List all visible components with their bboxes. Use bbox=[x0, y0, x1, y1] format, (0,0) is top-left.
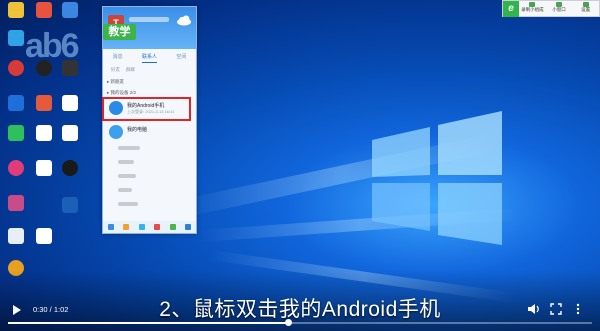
desktop-icon[interactable] bbox=[56, 160, 84, 176]
qq-subtabs: 好友 群聊 bbox=[103, 67, 196, 75]
blurred-contact bbox=[118, 202, 138, 206]
qq-footer-toolbar bbox=[103, 221, 196, 233]
desktop-icon[interactable] bbox=[30, 125, 58, 141]
device-name: 我的电脑 bbox=[127, 127, 148, 133]
desktop-icon[interactable] bbox=[2, 60, 30, 76]
group-new-friends[interactable]: ▸ 新朋友 bbox=[107, 79, 124, 85]
desktop-icon[interactable] bbox=[30, 228, 58, 244]
group-my-devices[interactable]: ▸ 我的设备 2/2 bbox=[107, 90, 136, 96]
desktop-icon[interactable] bbox=[30, 160, 58, 176]
blurred-contact bbox=[118, 146, 140, 150]
user-name-blurred bbox=[129, 17, 169, 22]
device-my-computer[interactable]: 我的电脑 bbox=[107, 123, 191, 143]
windows-logo bbox=[372, 111, 502, 245]
desktop-icon[interactable] bbox=[2, 30, 30, 46]
desktop-icon[interactable] bbox=[56, 197, 84, 213]
desktop-icon[interactable] bbox=[2, 95, 30, 111]
desktop-icon[interactable] bbox=[2, 195, 30, 211]
fullscreen-icon[interactable] bbox=[550, 303, 562, 315]
blurred-contact bbox=[118, 160, 134, 164]
app-icon[interactable] bbox=[154, 224, 161, 230]
tutorial-badge: 教学 bbox=[103, 24, 136, 40]
desktop-icon[interactable] bbox=[56, 125, 84, 141]
progress-bar[interactable] bbox=[8, 319, 592, 326]
app-icon[interactable] bbox=[185, 224, 192, 230]
more-options-icon[interactable] bbox=[572, 303, 584, 315]
menu-icon[interactable] bbox=[107, 224, 114, 230]
desktop-icon[interactable] bbox=[56, 95, 84, 111]
desktop-icon[interactable] bbox=[56, 2, 84, 18]
tab-space[interactable]: 空间 bbox=[176, 53, 186, 63]
app-icon[interactable] bbox=[138, 224, 145, 230]
desktop-icon[interactable] bbox=[2, 2, 30, 18]
desktop-icon[interactable] bbox=[2, 125, 30, 141]
recorder-toolbar: e 录制小组成 小窗口 设置 bbox=[502, 0, 600, 17]
highlight-box bbox=[102, 97, 191, 121]
app-icon[interactable] bbox=[169, 224, 176, 230]
subtab-friends[interactable]: 好友 bbox=[111, 67, 120, 75]
tab-messages[interactable]: 消息 bbox=[113, 53, 123, 63]
blurred-contact bbox=[118, 188, 132, 192]
desktop-icon[interactable] bbox=[30, 2, 58, 18]
time-display: 0:30 / 1:02 bbox=[33, 305, 69, 314]
mini-window-button[interactable]: 小窗口 bbox=[546, 1, 573, 16]
settings-button[interactable]: 设置 bbox=[572, 1, 599, 16]
play-icon[interactable] bbox=[13, 305, 21, 315]
blurred-contact bbox=[118, 174, 136, 178]
subtab-groups[interactable]: 群聊 bbox=[126, 67, 135, 75]
desktop-icon[interactable] bbox=[2, 228, 30, 244]
record-group-button[interactable]: 录制小组成 bbox=[519, 1, 546, 16]
desktop-icons bbox=[0, 0, 90, 300]
desktop-icon[interactable] bbox=[30, 95, 58, 111]
recorder-logo: e bbox=[503, 1, 519, 17]
qq-tabs: 消息 联系人 空间 bbox=[103, 53, 196, 63]
desktop-icon[interactable] bbox=[2, 160, 30, 176]
desktop-icon[interactable] bbox=[56, 60, 84, 76]
cloud-icon bbox=[177, 15, 191, 26]
desktop-icon[interactable] bbox=[30, 60, 58, 76]
computer-icon bbox=[109, 125, 123, 139]
volume-icon[interactable] bbox=[527, 303, 541, 315]
tab-contacts[interactable]: 联系人 bbox=[141, 53, 157, 63]
app-icon[interactable] bbox=[123, 224, 130, 230]
video-subtitle: 2、鼠标双击我的Android手机 bbox=[159, 298, 441, 321]
progress-fill bbox=[8, 322, 289, 324]
